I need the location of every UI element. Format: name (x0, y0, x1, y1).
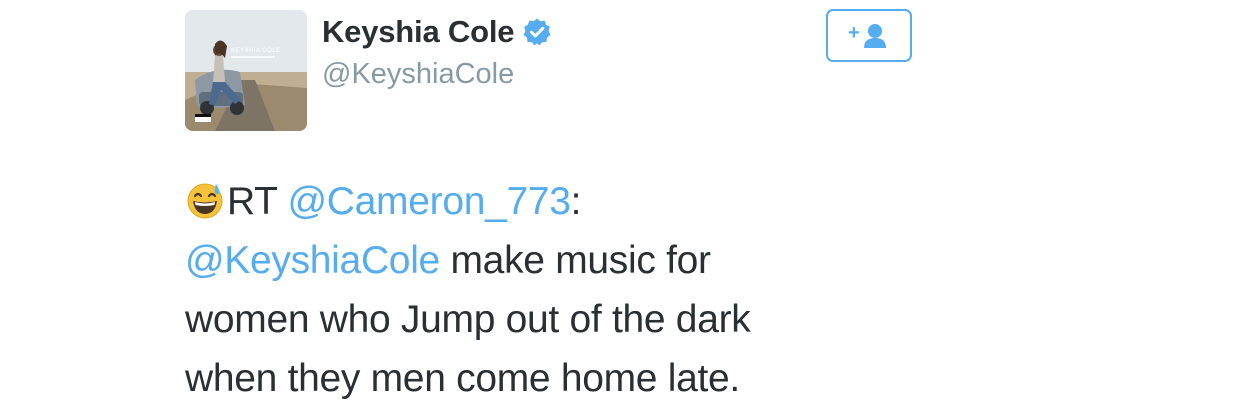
tweet-line-1: RT @Cameron_773: (185, 172, 1085, 231)
avatar[interactable]: KEYSHIA COLE (185, 10, 307, 131)
rt-colon: : (570, 180, 582, 223)
tweet-line-2: @KeyshiaCole make music for (185, 231, 1085, 290)
tweet-line-3: women who Jump out of the dark (185, 298, 751, 341)
user-handle[interactable]: @KeyshiaCole (322, 58, 552, 91)
tweet-card: KEYSHIA COLE Keyshia Cole @KeyshiaCole + (0, 0, 1242, 414)
album-cover-image: KEYSHIA COLE (185, 10, 307, 131)
mention-link[interactable]: @KeyshiaCole (185, 239, 440, 282)
follow-button[interactable]: + (826, 9, 912, 62)
tweet-line-4: when they men come home late. (185, 357, 740, 400)
tweet-text: RT @Cameron_773: @KeyshiaCole make music… (185, 172, 1085, 408)
display-name[interactable]: Keyshia Cole (322, 14, 514, 50)
user-info: Keyshia Cole @KeyshiaCole (322, 12, 552, 91)
add-user-icon: + (848, 22, 886, 48)
rt-mention-link[interactable]: @Cameron_773 (288, 180, 571, 223)
grinning-sweat-emoji-icon (185, 178, 225, 219)
name-row: Keyshia Cole (322, 12, 552, 52)
follow-plus: + (848, 22, 860, 44)
avatar-cover-title: KEYSHIA COLE (231, 48, 281, 54)
verified-badge-icon (522, 17, 552, 47)
rt-prefix: RT (227, 180, 288, 223)
tweet-line-2-text: make music for (439, 239, 711, 282)
